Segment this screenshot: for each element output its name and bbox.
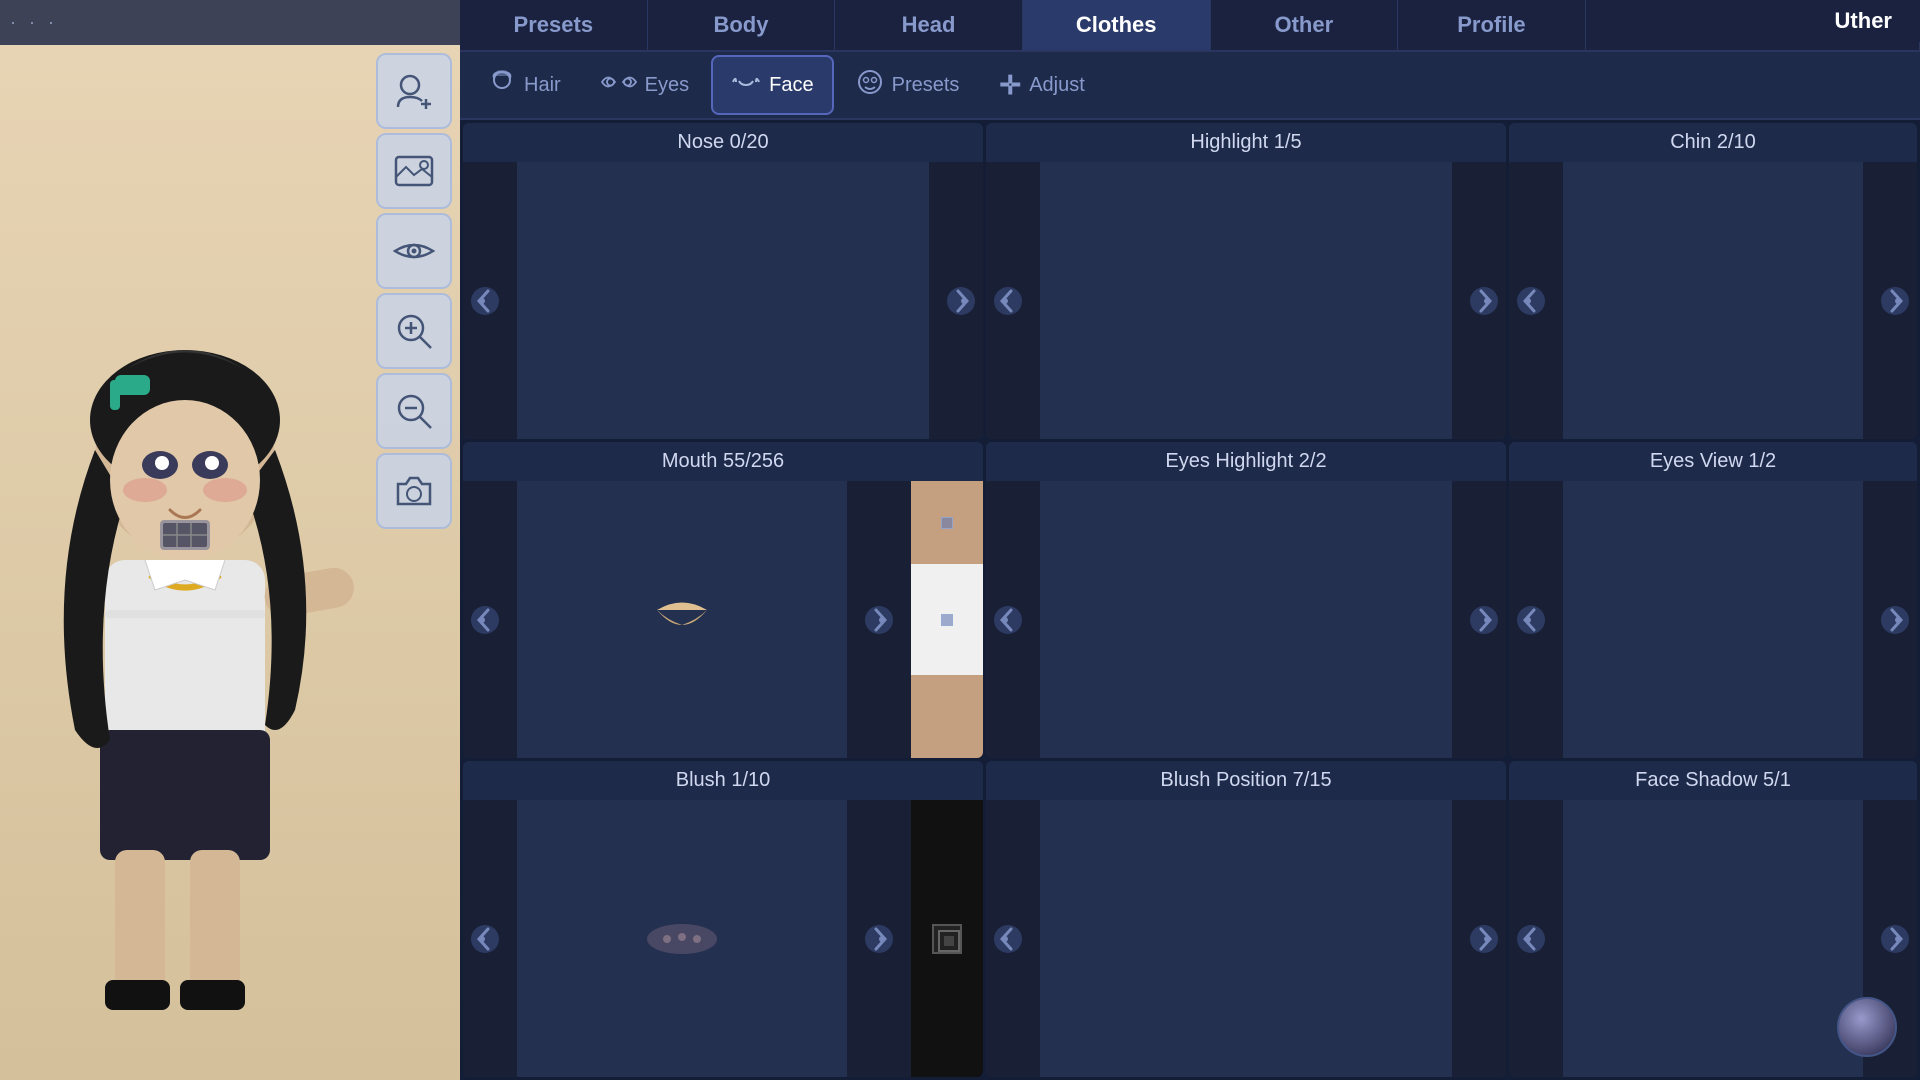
highlight-next[interactable] — [1462, 279, 1506, 323]
zoom-in-button[interactable] — [376, 293, 452, 369]
chin-next[interactable] — [1873, 279, 1917, 323]
subtab-hair[interactable]: Hair — [470, 58, 579, 112]
blush-color-swatch[interactable] — [911, 800, 983, 1077]
eyes-view-header: Eyes View 1/2 — [1509, 442, 1917, 481]
tab-head[interactable]: Head — [835, 0, 1023, 50]
right-toolbar — [370, 45, 460, 537]
eyes-highlight-preview — [1040, 481, 1452, 758]
blush-position-prev[interactable] — [986, 917, 1030, 961]
swatch-top — [911, 481, 983, 564]
right-panel: Uther Presets Body Head Clothes Other Pr… — [460, 0, 1920, 1080]
presets-face-icon — [856, 68, 884, 102]
swatch-dot-top — [941, 517, 953, 529]
blush-body — [463, 800, 983, 1077]
main-nav-tabs: Presets Body Head Clothes Other Profile — [460, 0, 1920, 52]
nose-prev[interactable] — [463, 279, 507, 323]
blush-prev[interactable] — [463, 917, 507, 961]
nose-header: Nose 0/20 — [463, 123, 983, 162]
face-shadow-cell: Face Shadow 5/1 — [1509, 761, 1917, 1077]
nose-preview — [517, 162, 929, 439]
mouth-prev[interactable] — [463, 598, 507, 642]
character-area — [0, 45, 370, 1080]
eyes-view-cell: Eyes View 1/2 — [1509, 442, 1917, 758]
eyes-highlight-next[interactable] — [1462, 598, 1506, 642]
tab-profile[interactable]: Profile — [1398, 0, 1586, 50]
chin-cell: Chin 2/10 — [1509, 123, 1917, 439]
eyes-view-preview — [1563, 481, 1863, 758]
swatch-middle — [911, 564, 983, 675]
face-icon — [731, 67, 761, 103]
eyes-view-prev[interactable] — [1509, 598, 1553, 642]
eyes-highlight-body — [986, 481, 1506, 758]
nose-cell: Nose 0/20 — [463, 123, 983, 439]
hair-icon — [488, 68, 516, 102]
gallery-button[interactable] — [376, 133, 452, 209]
blush-position-cell: Blush Position 7/15 — [986, 761, 1506, 1077]
character-preview-panel: · · · — [0, 0, 460, 1080]
blush-position-body — [986, 800, 1506, 1077]
eyes-highlight-prev[interactable] — [986, 598, 1030, 642]
eyes-highlight-header: Eyes Highlight 2/2 — [986, 442, 1506, 481]
swatch-bottom — [911, 675, 983, 758]
blush-next[interactable] — [857, 917, 901, 961]
tab-body[interactable]: Body — [648, 0, 836, 50]
chin-prev[interactable] — [1509, 279, 1553, 323]
highlight-preview — [1040, 162, 1452, 439]
face-shadow-body — [1509, 800, 1917, 1077]
adjust-icon: ✛ — [999, 70, 1021, 101]
nose-body — [463, 162, 983, 439]
subtab-face[interactable]: Face — [711, 55, 833, 115]
highlight-header: Highlight 1/5 — [986, 123, 1506, 162]
chin-header: Chin 2/10 — [1509, 123, 1917, 162]
blush-position-header: Blush Position 7/15 — [986, 761, 1506, 800]
eyes-view-next[interactable] — [1873, 598, 1917, 642]
face-shadow-prev[interactable] — [1509, 917, 1553, 961]
eyes-icon — [601, 71, 637, 99]
mouth-preview — [517, 481, 847, 758]
highlight-cell: Highlight 1/5 — [986, 123, 1506, 439]
face-shadow-header: Face Shadow 5/1 — [1509, 761, 1917, 800]
globe-icon[interactable] — [1837, 997, 1897, 1057]
subtab-eyes[interactable]: Eyes — [583, 61, 707, 109]
top-bar-dots: · · · — [10, 12, 58, 33]
subtab-presets[interactable]: Presets — [838, 58, 978, 112]
mouth-color-swatch[interactable] — [911, 481, 983, 758]
face-shadow-next[interactable] — [1873, 917, 1917, 961]
sub-nav-tabs: Hair Eyes Face — [460, 52, 1920, 120]
zoom-out-button[interactable] — [376, 373, 452, 449]
top-bar: · · · — [0, 0, 460, 45]
blush-preview — [517, 800, 847, 1077]
blush-cell: Blush 1/10 — [463, 761, 983, 1077]
highlight-body — [986, 162, 1506, 439]
eyes-highlight-cell: Eyes Highlight 2/2 — [986, 442, 1506, 758]
mouth-body — [463, 481, 983, 758]
tab-other[interactable]: Other — [1211, 0, 1399, 50]
blush-swatch-inner — [932, 924, 962, 954]
subtab-adjust[interactable]: ✛ Adjust — [981, 60, 1102, 111]
camera-button[interactable] — [376, 453, 452, 529]
blush-header: Blush 1/10 — [463, 761, 983, 800]
blush-position-preview — [1040, 800, 1452, 1077]
nose-next[interactable] — [939, 279, 983, 323]
mouth-next[interactable] — [857, 598, 901, 642]
face-options-grid: Nose 0/20 — [460, 120, 1920, 1080]
chin-body — [1509, 162, 1917, 439]
mouth-header: Mouth 55/256 — [463, 442, 983, 481]
face-shadow-preview — [1563, 800, 1863, 1077]
add-character-button[interactable] — [376, 53, 452, 129]
mouth-cell: Mouth 55/256 — [463, 442, 983, 758]
highlight-prev[interactable] — [986, 279, 1030, 323]
chin-preview — [1563, 162, 1863, 439]
swatch-dot-middle — [941, 614, 953, 626]
eye-view-button[interactable] — [376, 213, 452, 289]
tab-clothes[interactable]: Clothes — [1023, 0, 1211, 50]
tab-presets[interactable]: Presets — [460, 0, 648, 50]
blush-position-next[interactable] — [1462, 917, 1506, 961]
eyes-view-body — [1509, 481, 1917, 758]
username-display: Uther — [1807, 0, 1920, 42]
